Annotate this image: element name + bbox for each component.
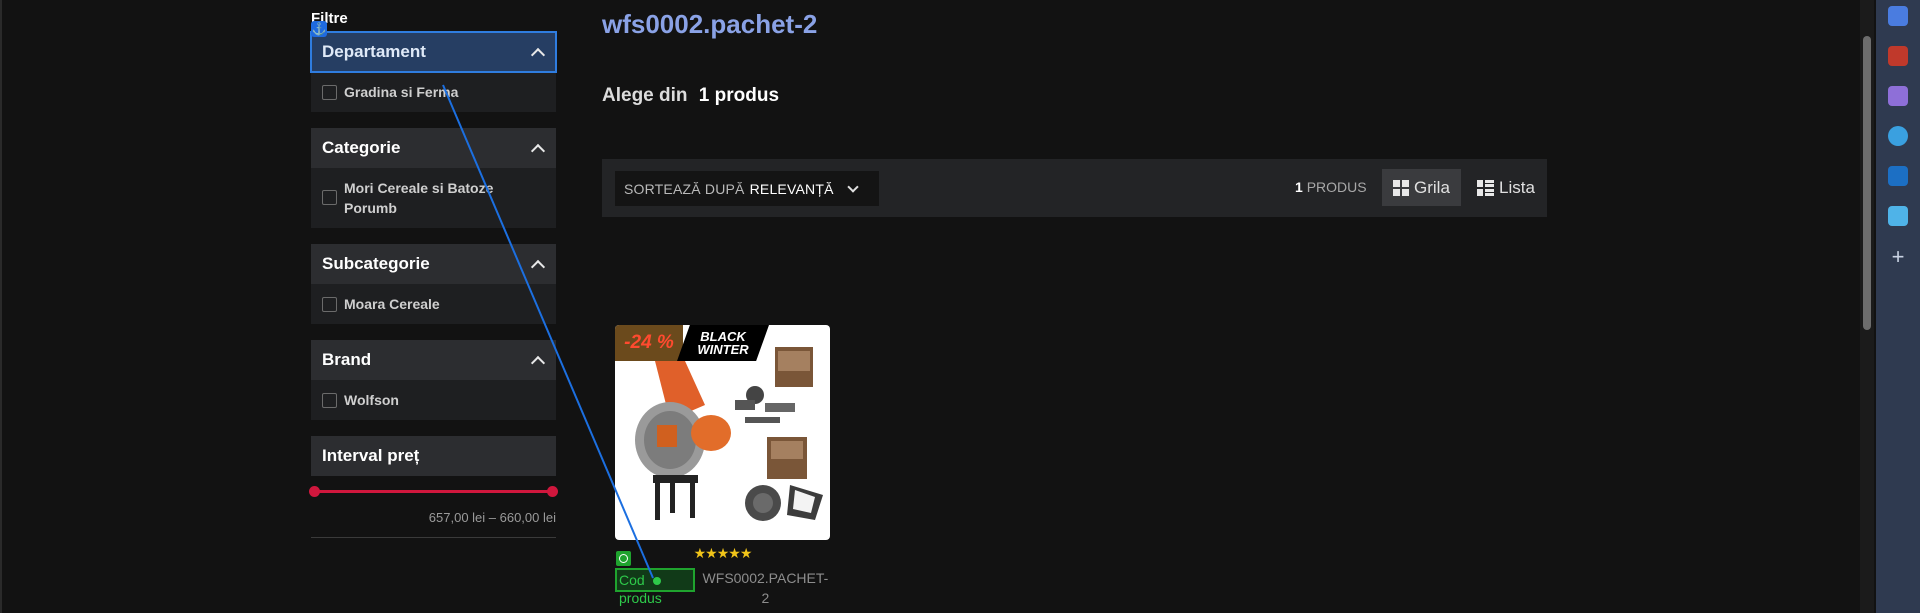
add-icon[interactable]: + (1888, 246, 1908, 268)
copilot-icon[interactable] (1888, 126, 1908, 146)
tag-icon[interactable] (1888, 6, 1908, 26)
browser-sidebar: + (1876, 0, 1920, 613)
page-scrollbar[interactable] (1860, 0, 1874, 613)
page: Filtre Departament Gradina si Ferma Cate… (0, 0, 1858, 613)
outlook-icon[interactable] (1888, 166, 1908, 186)
send-icon[interactable] (1888, 206, 1908, 226)
connector-end-dot (653, 577, 661, 585)
drag-connector-overlay (442, 84, 661, 585)
connector-line (442, 84, 654, 579)
scrollbar-thumb[interactable] (1863, 36, 1871, 330)
toolbox-icon[interactable] (1888, 46, 1908, 66)
user-icon[interactable] (1888, 86, 1908, 106)
